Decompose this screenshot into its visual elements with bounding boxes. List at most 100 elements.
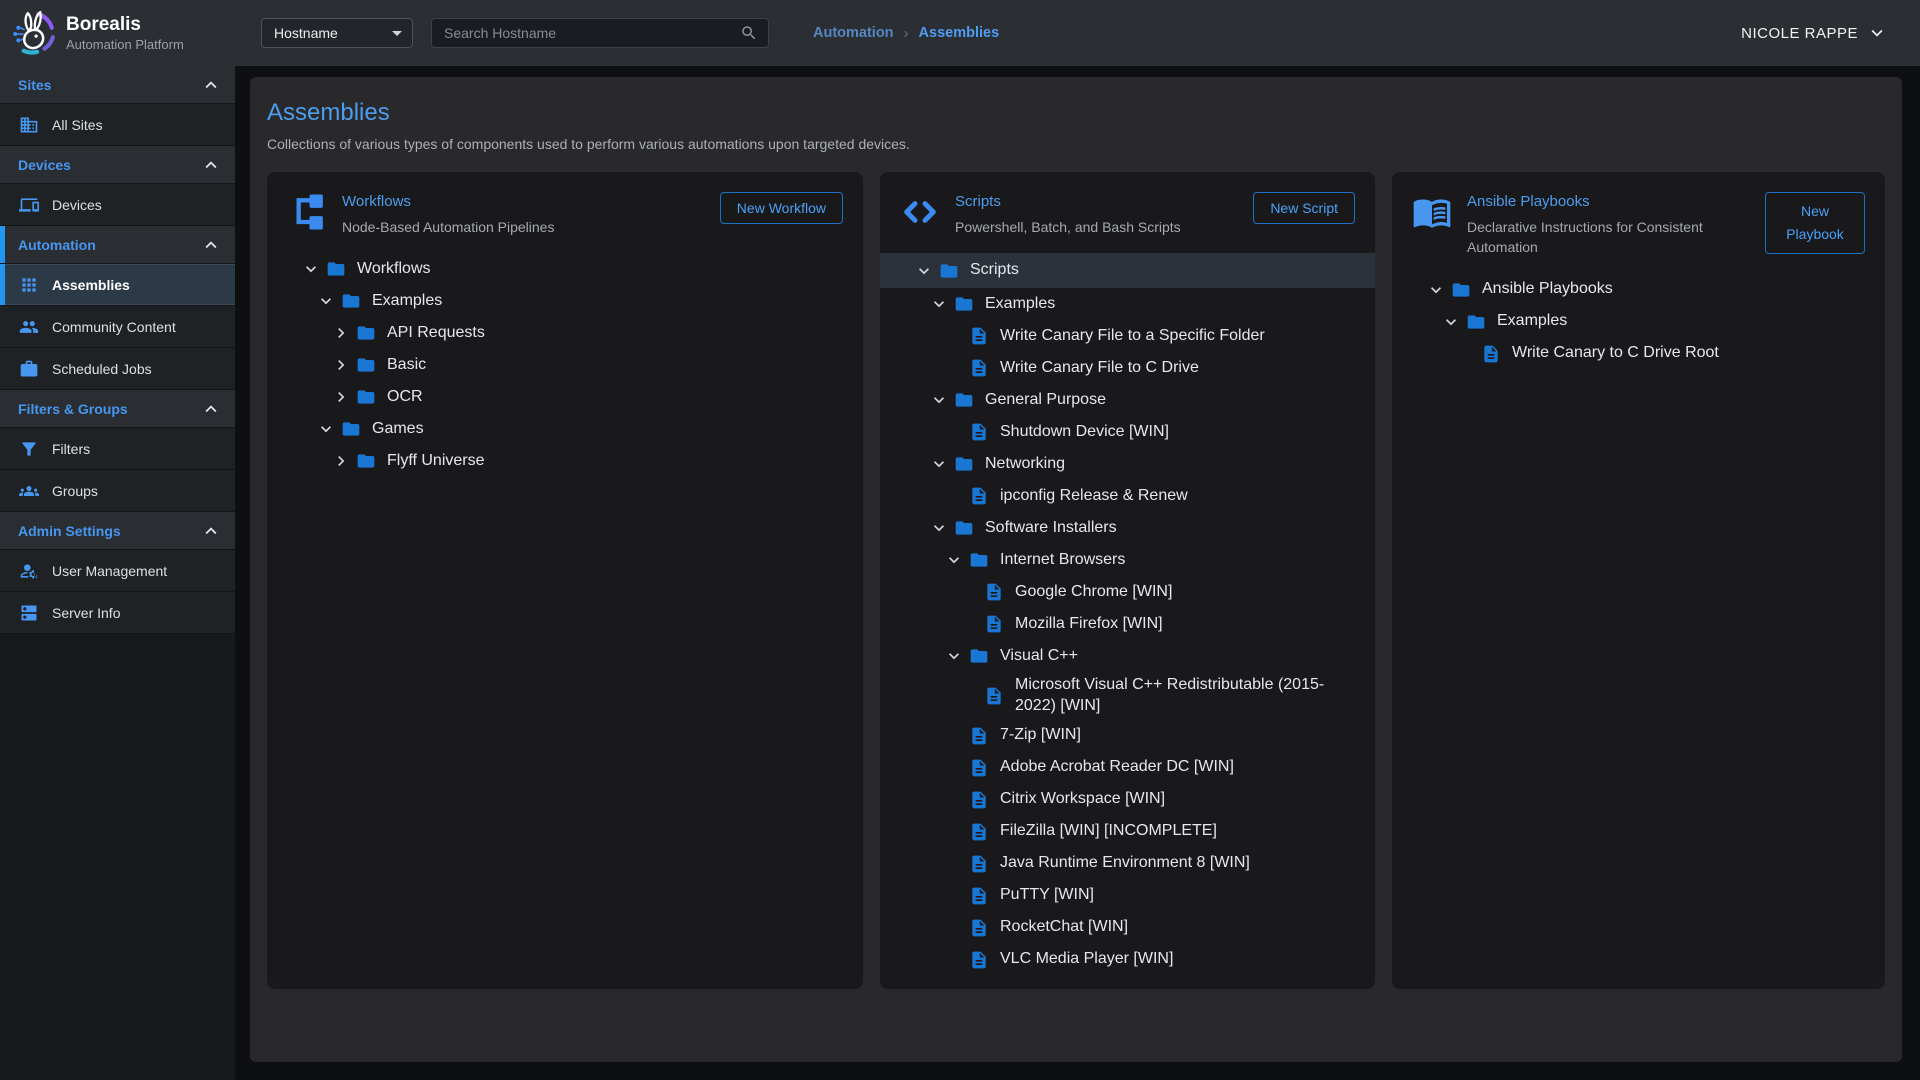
building-icon xyxy=(19,115,39,135)
sidebar-section-sites[interactable]: Sites xyxy=(0,66,235,104)
sidebar-item-all-sites[interactable]: All Sites xyxy=(0,104,235,146)
tree-label: ipconfig Release & Renew xyxy=(1000,483,1188,510)
tree-label: API Requests xyxy=(387,320,485,347)
scripts-card-subtitle: Powershell, Batch, and Bash Scripts xyxy=(955,217,1238,237)
tree-file[interactable]: RocketChat [WIN] xyxy=(880,912,1375,944)
tree-label: Examples xyxy=(372,288,442,315)
brand: Borealis Automation Platform xyxy=(0,10,235,56)
tree-file[interactable]: Mozilla Firefox [WIN] xyxy=(880,608,1375,640)
sidebar-nav: SitesAll SitesDevicesDevicesAutomationAs… xyxy=(0,66,235,634)
tree-label: Software Installers xyxy=(985,515,1117,542)
scripts-card: Scripts Powershell, Batch, and Bash Scri… xyxy=(880,172,1375,989)
assemblies-panel: Assemblies Collections of various types … xyxy=(250,77,1902,1062)
sidebar-item-filters[interactable]: Filters xyxy=(0,428,235,470)
tree-file[interactable]: Google Chrome [WIN] xyxy=(880,576,1375,608)
tree-folder[interactable]: Ansible Playbooks xyxy=(1392,274,1885,306)
page-description: Collections of various types of componen… xyxy=(267,136,1885,152)
tree-file[interactable]: Java Runtime Environment 8 [WIN] xyxy=(880,848,1375,880)
chevron-down-icon xyxy=(929,390,949,410)
folder-icon xyxy=(341,419,361,439)
tree-folder[interactable]: OCR xyxy=(267,381,863,413)
chevron-right-icon xyxy=(331,323,351,343)
user-menu[interactable]: NICOLE RAPPE xyxy=(1741,22,1920,44)
page-title: Assemblies xyxy=(267,99,1885,127)
breadcrumb-link-automation[interactable]: Automation xyxy=(813,25,894,41)
main-content: Assemblies Collections of various types … xyxy=(235,66,1920,1080)
folder-icon xyxy=(356,323,376,343)
sidebar-section-automation[interactable]: Automation xyxy=(0,226,235,264)
new-playbook-button[interactable]: New Playbook xyxy=(1765,192,1865,254)
tree-file[interactable]: Write Canary File to C Drive xyxy=(880,352,1375,384)
search-input[interactable] xyxy=(444,25,740,41)
tree-folder[interactable]: Examples xyxy=(880,288,1375,320)
tree-folder[interactable]: Games xyxy=(267,413,863,445)
tree-file[interactable]: ipconfig Release & Renew xyxy=(880,480,1375,512)
sidebar-section-admin-settings[interactable]: Admin Settings xyxy=(0,512,235,550)
tree-file[interactable]: Write Canary to C Drive Root xyxy=(1392,338,1885,370)
sidebar-item-groups[interactable]: Groups xyxy=(0,470,235,512)
chevron-up-icon xyxy=(200,520,222,542)
tree-folder[interactable]: Examples xyxy=(267,285,863,317)
ansible-tree: Ansible PlaybooksExamplesWrite Canary to… xyxy=(1392,274,1885,370)
tree-folder[interactable]: Networking xyxy=(880,448,1375,480)
hostname-select[interactable]: Hostname xyxy=(261,18,413,48)
tree-folder[interactable]: Scripts xyxy=(880,253,1375,288)
file-icon xyxy=(984,686,1004,706)
sidebar: SitesAll SitesDevicesDevicesAutomationAs… xyxy=(0,66,235,1080)
chevron-down-icon xyxy=(1441,312,1461,332)
tree-label: RocketChat [WIN] xyxy=(1000,914,1128,941)
breadcrumb-current-assemblies[interactable]: Assemblies xyxy=(919,25,1000,41)
tree-folder[interactable]: Software Installers xyxy=(880,512,1375,544)
tree-file[interactable]: PuTTY [WIN] xyxy=(880,880,1375,912)
tree-label: Write Canary File to a Specific Folder xyxy=(1000,323,1265,350)
chevron-up-icon xyxy=(200,398,222,420)
new-script-button[interactable]: New Script xyxy=(1253,192,1355,224)
sidebar-section-label: Filters & Groups xyxy=(18,401,128,417)
tree-file[interactable]: 7-Zip [WIN] xyxy=(880,720,1375,752)
sidebar-item-label: Groups xyxy=(52,483,98,499)
chevron-down-icon xyxy=(944,646,964,666)
sidebar-item-assemblies[interactable]: Assemblies xyxy=(0,264,235,306)
chevron-down-icon xyxy=(316,291,336,311)
sidebar-section-filters-groups[interactable]: Filters & Groups xyxy=(0,390,235,428)
tree-label: Games xyxy=(372,416,424,443)
tree-folder[interactable]: Workflows xyxy=(267,253,863,285)
folder-icon xyxy=(326,259,346,279)
tree-folder[interactable]: Basic xyxy=(267,349,863,381)
sidebar-section-devices[interactable]: Devices xyxy=(0,146,235,184)
sidebar-item-server-info[interactable]: Server Info xyxy=(0,592,235,634)
workflow-icon xyxy=(287,192,327,232)
tree-label: Write Canary File to C Drive xyxy=(1000,355,1199,382)
tree-folder[interactable]: General Purpose xyxy=(880,384,1375,416)
folder-icon xyxy=(356,387,376,407)
sidebar-section-label: Admin Settings xyxy=(18,523,121,539)
tree-folder[interactable]: Internet Browsers xyxy=(880,544,1375,576)
people-icon xyxy=(19,317,39,337)
sidebar-section-label: Devices xyxy=(18,157,71,173)
code-icon xyxy=(900,192,940,232)
brand-subtitle: Automation Platform xyxy=(66,37,184,52)
tree-file[interactable]: Shutdown Device [WIN] xyxy=(880,416,1375,448)
new-workflow-button[interactable]: New Workflow xyxy=(720,192,843,224)
tree-file[interactable]: Microsoft Visual C++ Redistributable (20… xyxy=(880,672,1375,720)
sidebar-item-devices[interactable]: Devices xyxy=(0,184,235,226)
assembly-cards: Workflows Node-Based Automation Pipeline… xyxy=(267,172,1885,989)
file-icon xyxy=(969,758,989,778)
tree-file[interactable]: Citrix Workspace [WIN] xyxy=(880,784,1375,816)
user-gear-icon xyxy=(19,561,39,581)
chevron-down-icon xyxy=(914,261,934,281)
tree-folder[interactable]: Flyff Universe xyxy=(267,445,863,477)
tree-folder[interactable]: Examples xyxy=(1392,306,1885,338)
sidebar-item-scheduled-jobs[interactable]: Scheduled Jobs xyxy=(0,348,235,390)
sidebar-item-community-content[interactable]: Community Content xyxy=(0,306,235,348)
tree-file[interactable]: Adobe Acrobat Reader DC [WIN] xyxy=(880,752,1375,784)
tree-file[interactable]: VLC Media Player [WIN] xyxy=(880,944,1375,976)
file-icon xyxy=(969,822,989,842)
tree-folder[interactable]: Visual C++ xyxy=(880,640,1375,672)
sidebar-item-user-management[interactable]: User Management xyxy=(0,550,235,592)
hostname-select-value: Hostname xyxy=(274,25,338,41)
folder-icon xyxy=(1451,280,1471,300)
tree-folder[interactable]: API Requests xyxy=(267,317,863,349)
tree-file[interactable]: Write Canary File to a Specific Folder xyxy=(880,320,1375,352)
tree-file[interactable]: FileZilla [WIN] [INCOMPLETE] xyxy=(880,816,1375,848)
